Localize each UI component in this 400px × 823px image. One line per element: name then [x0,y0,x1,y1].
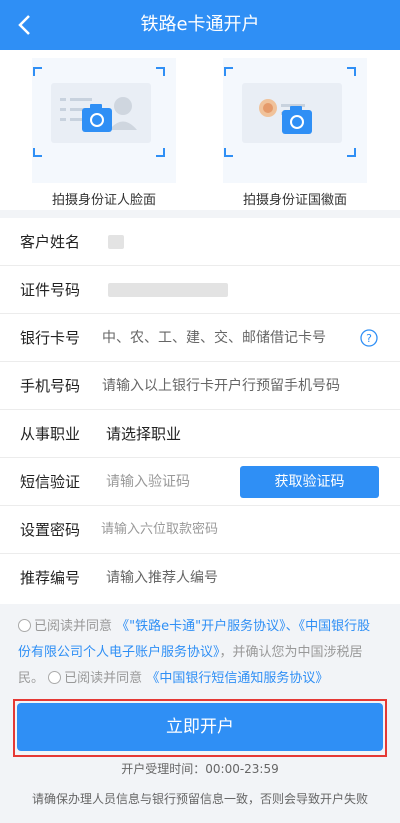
bank-input[interactable]: 中、农、工、建、交、邮储借记卡号 [102,314,326,362]
pwd-label: 设置密码 [20,521,81,539]
id-photo-section: 拍摄身份证人脸面 拍摄身份证国徽面 [0,50,400,210]
id-card-back-icon [223,58,367,183]
help-circle-icon[interactable]: ? [360,329,378,347]
job-label: 从事职业 [20,425,81,443]
service-hours: 开户受理时间：00:00-23:59 [121,762,279,776]
account-form: 客户姓名 证件号码 银行卡号 中、农、工、建、交、邮储借记卡号 ? 手机号码 请… [0,218,400,604]
id-back-label: 拍摄身份证国徽面 [242,193,347,208]
open-account-button[interactable]: 立即开户 [17,703,383,751]
id-card-front-icon [32,58,176,183]
bank-label: 银行卡号 [20,329,81,347]
info-tip: 请确保办理人员信息与银行预留信息一致，否则会导致开户失败 [31,792,368,806]
job-select[interactable]: 请选择职业 [106,410,181,458]
sms-label: 短信验证 [20,473,81,491]
pwd-input[interactable]: 请输入六位取款密码 [101,506,218,554]
agreement-text: 已阅读并同意 《"铁路e卡通"开户服务协议》、《中国银行股份有限公司个人电子账户… [18,614,383,692]
get-code-button[interactable]: 获取验证码 [240,466,379,498]
phone-label: 手机号码 [20,377,81,395]
sms-agreement-link[interactable]: 《中国银行短信通知服务协议》 [146,671,328,686]
page-title: 铁路e卡通开户 [140,14,260,35]
row-phone[interactable]: 手机号码 请输入以上银行卡开户行预留手机号码 [0,362,400,410]
agree-radio-1[interactable] [18,619,31,632]
sms-input[interactable]: 请输入验证码 [106,458,190,506]
row-referrer[interactable]: 推荐编号 请输入推荐人编号 [0,554,400,602]
agree-radio-2[interactable] [48,671,62,684]
ref-label: 推荐编号 [20,569,81,587]
app-header: 铁路e卡通开户 [0,0,400,50]
row-occupation[interactable]: 从事职业 请选择职业 [0,410,400,458]
row-password[interactable]: 设置密码 请输入六位取款密码 [0,506,400,554]
name-redacted [108,235,124,249]
id-back-capture[interactable]: 拍摄身份证国徽面 [215,58,375,208]
row-bank-card[interactable]: 银行卡号 中、农、工、建、交、邮储借记卡号 ? [0,314,400,362]
agree-prefix-2: 已阅读并同意 [64,671,143,686]
row-id-number[interactable]: 证件号码 [0,266,400,314]
phone-input[interactable]: 请输入以上银行卡开户行预留手机号码 [102,362,340,410]
id-label: 证件号码 [20,281,81,299]
id-front-capture[interactable]: 拍摄身份证人脸面 [24,58,184,208]
name-label: 客户姓名 [20,233,81,251]
ref-input[interactable]: 请输入推荐人编号 [106,554,218,602]
id-front-label: 拍摄身份证人脸面 [51,193,156,208]
row-sms[interactable]: 短信验证 请输入验证码 获取验证码 [0,458,400,506]
agree-prefix-1: 已阅读并同意 [34,619,113,634]
svg-text:?: ? [366,332,372,345]
row-name[interactable]: 客户姓名 [0,218,400,266]
id-redacted [108,283,228,297]
